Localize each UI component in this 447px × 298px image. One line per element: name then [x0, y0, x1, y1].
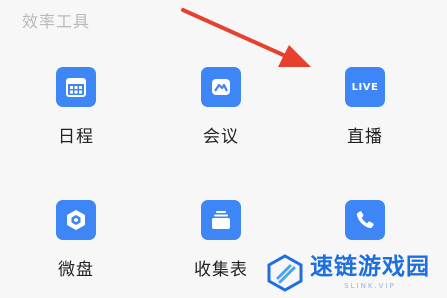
meeting-icon [201, 67, 241, 107]
section-title: 效率工具 [22, 12, 91, 31]
drive-icon [56, 200, 96, 240]
tool-schedule[interactable]: 日程 [31, 67, 121, 147]
live-icon: LIVE [345, 67, 385, 107]
tool-label: 直播 [347, 127, 383, 147]
tool-form[interactable]: 收集表 [176, 200, 266, 280]
phone-icon [345, 200, 385, 240]
tool-label: 微盘 [58, 260, 94, 280]
tool-label: 会议 [203, 127, 239, 147]
form-icon [201, 200, 241, 240]
tool-meeting[interactable]: 会议 [176, 67, 266, 147]
live-badge: LIVE [351, 81, 379, 93]
watermark: 速链游戏园 SLINK.VIP [266, 248, 447, 298]
watermark-title: 速链游戏园 [310, 254, 430, 280]
tool-phone[interactable] [320, 200, 410, 240]
calendar-icon [56, 67, 96, 107]
tool-label: 日程 [58, 127, 94, 147]
watermark-subtitle: SLINK.VIP [344, 282, 396, 290]
tool-live[interactable]: LIVE 直播 [320, 67, 410, 147]
tool-drive[interactable]: 微盘 [31, 200, 121, 280]
watermark-logo-icon [267, 254, 303, 292]
tool-label: 收集表 [194, 260, 248, 280]
